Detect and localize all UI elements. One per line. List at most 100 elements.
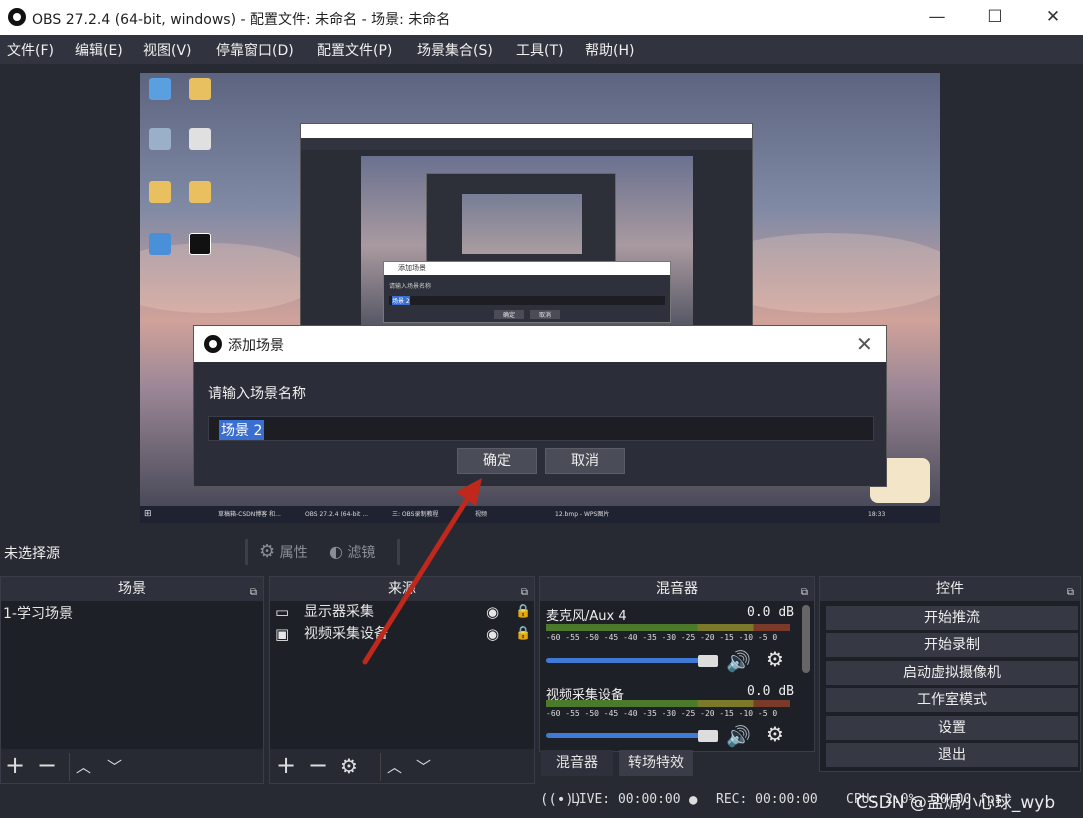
source-properties-gear-icon[interactable]: ⚙ — [340, 752, 358, 780]
source-name: 显示器采集 — [304, 604, 374, 620]
windows-start-icon: ⊞ — [144, 509, 152, 519]
toolbar-divider — [397, 539, 400, 565]
properties-label: 属性 — [279, 545, 308, 561]
mixer-scrollbar[interactable] — [802, 605, 810, 673]
dialog-close-icon[interactable]: ✕ — [856, 332, 873, 356]
filter-icon: ◐ — [329, 542, 343, 561]
desktop-recycle-icon — [149, 128, 171, 150]
volume-meter — [546, 624, 790, 631]
visibility-eye-icon[interactable]: ◉ — [486, 601, 499, 623]
controls-dock: 控件 ⧉ 开始推流 开始录制 启动虚拟摄像机 工作室模式 设置 退出 — [819, 576, 1081, 772]
scenes-dock: 场景 ⧉ 1-学习场景 + − ︿ ﹀ — [0, 576, 264, 784]
start-streaming-button[interactable]: 开始推流 — [826, 606, 1078, 630]
sources-dock-title: 来源 ⧉ — [270, 577, 534, 601]
volume-slider[interactable] — [546, 733, 718, 738]
move-down-icon[interactable]: ﹀ — [416, 753, 431, 781]
move-up-icon[interactable]: ︿ — [69, 753, 91, 781]
live-timer: LIVE: 00:00:00 — [571, 792, 681, 807]
obs-window: OBS 27.2.4 (64-bit, windows) - 配置文件: 未命名… — [0, 0, 1083, 818]
track-db: 0.0 dB — [747, 605, 794, 620]
float-dock-icon[interactable]: ⧉ — [801, 581, 808, 605]
source-toolbar: 未选择源 ⚙ 属性 ◐ 滤镜 — [0, 533, 1083, 571]
gear-icon[interactable]: ⚙ — [766, 722, 784, 746]
source-name: 视频采集设备 — [304, 626, 388, 642]
taskbar-item: 视频 — [475, 511, 488, 518]
sources-dock: 来源 ⧉ ▭ 显示器采集 ◉ 🔒 ▣ 视频采集设备 ◉ 🔒 + − ⚙ ︿ ﹀ — [269, 576, 535, 784]
window-title: OBS 27.2.4 (64-bit, windows) - 配置文件: 未命名… — [32, 12, 451, 28]
taskbar-item: 草稿箱-CSDN博客 和... — [218, 511, 281, 518]
menu-tools[interactable]: 工具(T) — [516, 40, 563, 60]
controls-dock-title: 控件 ⧉ — [820, 577, 1080, 601]
start-virtual-camera-button[interactable]: 启动虚拟摄像机 — [826, 661, 1078, 685]
move-up-icon[interactable]: ︿ — [380, 753, 402, 781]
title-bar: OBS 27.2.4 (64-bit, windows) - 配置文件: 未命名… — [0, 0, 1083, 35]
exit-button[interactable]: 退出 — [826, 743, 1078, 767]
add-source-icon[interactable]: + — [276, 751, 296, 779]
start-recording-button[interactable]: 开始录制 — [826, 633, 1078, 657]
nested-dialog-input: 场景 2 — [389, 296, 665, 305]
source-item[interactable]: ▣ 视频采集设备 ◉ 🔒 — [270, 623, 534, 645]
cancel-button[interactable]: 取消 — [545, 448, 625, 474]
menu-file[interactable]: 文件(F) — [7, 40, 54, 60]
nested-cancel-button: 取消 — [530, 310, 560, 319]
taskbar-item: 三: OBS录制教程 — [392, 511, 439, 518]
speaker-icon[interactable]: 🔊 — [726, 649, 751, 673]
close-button[interactable]: ✕ — [1030, 4, 1076, 30]
menu-scene-collection[interactable]: 场景集合(S) — [417, 40, 493, 60]
volume-slider-handle[interactable] — [698, 655, 718, 667]
speaker-icon[interactable]: 🔊 — [726, 724, 751, 748]
filters-button[interactable]: ◐ 滤镜 — [329, 539, 375, 565]
menu-profile[interactable]: 配置文件(P) — [317, 40, 392, 60]
taskbar-clock: 18:33 — [868, 511, 886, 518]
gear-icon: ⚙ — [259, 541, 276, 562]
mixer-dock-title: 混音器 ⧉ — [540, 577, 814, 601]
no-source-label: 未选择源 — [4, 546, 60, 562]
properties-button[interactable]: ⚙ 属性 — [259, 539, 308, 565]
desktop-folder-icon — [189, 78, 211, 100]
menu-docks[interactable]: 停靠窗口(D) — [216, 40, 294, 60]
meter-ticks: -60 -55 -50 -45 -40 -35 -30 -25 -20 -15 … — [546, 633, 778, 642]
camera-icon: ▣ — [275, 625, 290, 643]
watermark: CSDN @盐焗小心球_wyb — [856, 793, 1056, 813]
preview-taskbar: ⊞ 草稿箱-CSDN博客 和... OBS 27.2.4 (64-bit ...… — [140, 506, 940, 523]
minimize-button[interactable]: — — [914, 4, 960, 30]
gear-icon[interactable]: ⚙ — [766, 647, 784, 671]
taskbar-item: OBS 27.2.4 (64-bit ... — [305, 511, 369, 518]
maximize-button[interactable]: ☐ — [972, 4, 1018, 30]
ok-button[interactable]: 确定 — [457, 448, 537, 474]
nested-dialog-prompt: 请输入场景名称 — [389, 283, 432, 290]
volume-slider[interactable] — [546, 658, 718, 663]
studio-mode-button[interactable]: 工作室模式 — [826, 688, 1078, 712]
scene-name-input[interactable]: 场景 2 — [208, 416, 874, 441]
rec-dot-icon: ● — [689, 792, 698, 808]
remove-source-icon[interactable]: − — [308, 751, 328, 779]
lock-icon[interactable]: 🔒 — [515, 601, 531, 623]
move-down-icon[interactable]: ﹀ — [107, 753, 122, 781]
menu-view[interactable]: 视图(V) — [143, 40, 192, 60]
meter-ticks: -60 -55 -50 -45 -40 -35 -30 -25 -20 -15 … — [546, 709, 778, 718]
track-name: 麦克风/Aux 4 — [546, 609, 627, 624]
scene-name-value: 场景 2 — [219, 420, 265, 440]
add-scene-icon[interactable]: + — [5, 751, 25, 779]
dialog-prompt: 请输入场景名称 — [208, 386, 306, 402]
remove-scene-icon[interactable]: − — [37, 751, 57, 779]
lock-icon[interactable]: 🔒 — [515, 623, 531, 645]
scene-item[interactable]: 1-学习场景 — [1, 603, 263, 625]
source-item[interactable]: ▭ 显示器采集 ◉ 🔒 — [270, 601, 534, 623]
scenes-dock-title: 场景 ⧉ — [1, 577, 263, 601]
tab-mixer[interactable]: 混音器 — [541, 750, 613, 776]
volume-slider-handle[interactable] — [698, 730, 718, 742]
float-dock-icon[interactable]: ⧉ — [250, 581, 257, 605]
desktop-pc-icon — [149, 78, 171, 100]
menu-help[interactable]: 帮助(H) — [585, 40, 634, 60]
dialog-header: 添加场景 ✕ — [194, 326, 886, 362]
menu-edit[interactable]: 编辑(E) — [75, 40, 123, 60]
settings-button[interactable]: 设置 — [826, 716, 1078, 740]
tab-transitions[interactable]: 转场特效 — [619, 750, 693, 776]
dialog-title: 添加场景 — [228, 338, 284, 354]
filters-label: 滤镜 — [347, 545, 376, 561]
float-dock-icon[interactable]: ⧉ — [1067, 581, 1074, 605]
nested-dialog-title: 添加场景 — [398, 264, 426, 272]
volume-meter — [546, 700, 790, 707]
visibility-eye-icon[interactable]: ◉ — [486, 623, 499, 645]
